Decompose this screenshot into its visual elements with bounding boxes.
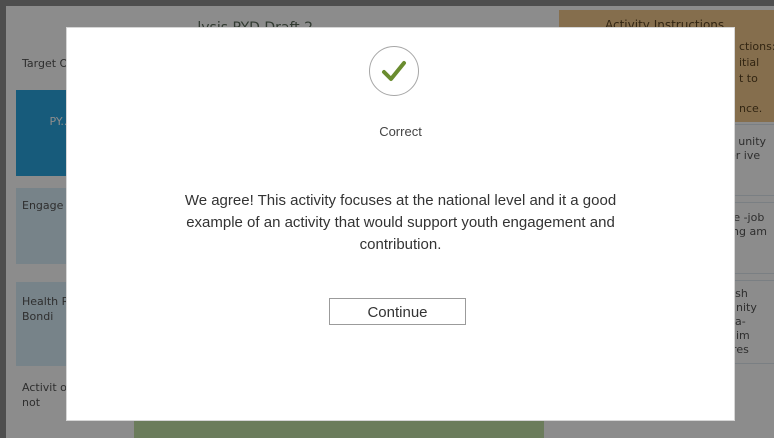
result-badge — [369, 46, 419, 96]
checkmark-icon — [382, 61, 406, 81]
continue-button[interactable]: Continue — [329, 298, 466, 325]
feedback-text: We agree! This activity focuses at the n… — [184, 192, 617, 253]
feedback-dialog: Correct We agree! This activity focuses … — [66, 27, 735, 421]
result-label: Correct — [379, 124, 422, 139]
